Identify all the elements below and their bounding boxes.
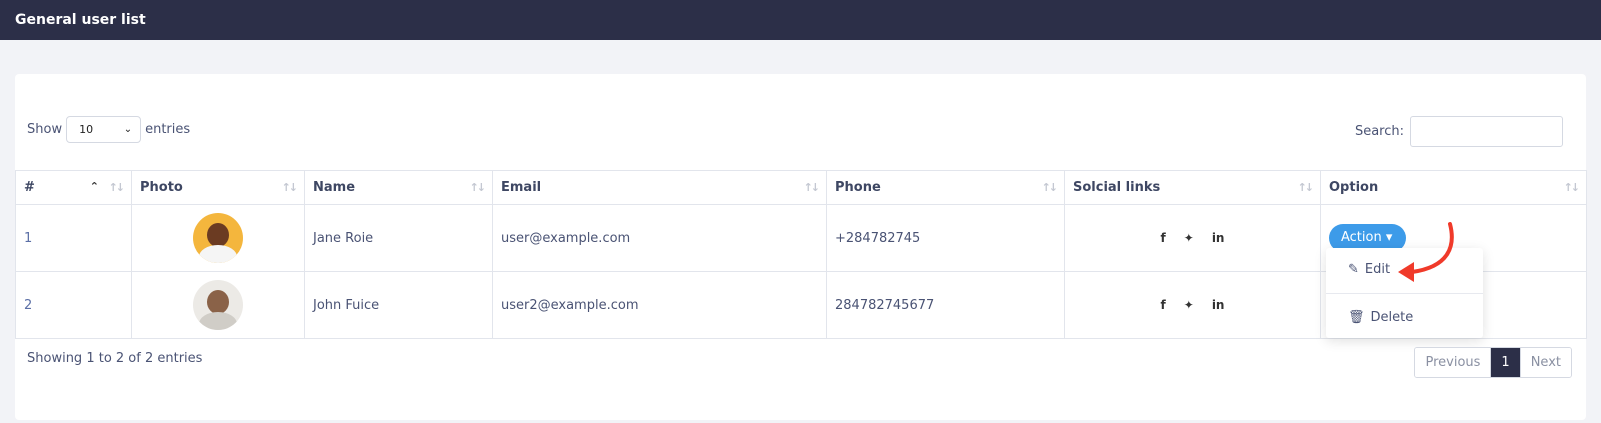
column-header-name[interactable]: Name ↑↓ (304, 170, 493, 205)
pagination: Previous 1 Next (1414, 347, 1572, 378)
sort-icon: ↑↓ (1041, 181, 1059, 194)
row-phone: +284782745 (826, 204, 1065, 272)
menu-divider (1326, 293, 1483, 294)
entries-select[interactable]: 10 ⌄ (66, 116, 142, 143)
table-header-row: # ⌃ ↑↓ Photo ↑↓ Name ↑↓ Email ↑↓ Phone ↑↓ Solc… (15, 170, 1587, 205)
column-header-phone[interactable]: Phone ↑↓ (826, 170, 1065, 205)
column-header-index[interactable]: # ⌃ ↑↓ (15, 170, 132, 205)
row-index: 1 (15, 204, 132, 272)
show-label: Show (27, 122, 63, 137)
twitter-icon[interactable]: ✦ (1184, 298, 1194, 312)
sort-icon: ↑↓ (1297, 181, 1315, 194)
sort-icon: ↑↓ (108, 181, 126, 194)
trash-icon: 🗑 (1348, 310, 1365, 325)
row-email: user2@example.com (492, 271, 827, 339)
page-title: General user list (15, 12, 146, 28)
row-social: f ✦ in (1064, 204, 1321, 272)
column-header-social[interactable]: Solcial links ↑↓ (1064, 170, 1321, 205)
chevron-down-icon: ⌄ (123, 124, 133, 135)
row-photo (131, 271, 305, 339)
row-phone: 284782745677 (826, 271, 1065, 339)
row-name: Jane Roie (304, 204, 493, 272)
next-button[interactable]: Next (1519, 348, 1571, 377)
search-input[interactable] (1410, 116, 1563, 147)
column-header-photo[interactable]: Photo ↑↓ (131, 170, 305, 205)
search-label: Search: (1354, 124, 1404, 139)
avatar (193, 280, 243, 330)
twitter-icon[interactable]: ✦ (1184, 231, 1194, 245)
facebook-icon[interactable]: f (1161, 231, 1166, 245)
entries-control: Show 10 ⌄ entries (27, 116, 190, 143)
linkedin-icon[interactable]: in (1212, 298, 1225, 312)
row-name: John Fuice (304, 271, 493, 339)
user-list-card: Show 10 ⌄ entries Search: # ⌃ ↑↓ Photo ↑↓ N… (15, 74, 1587, 420)
delete-menu-item[interactable]: 🗑 Delete (1348, 310, 1413, 325)
row-email: user@example.com (492, 204, 827, 272)
row-index: 2 (15, 271, 132, 339)
annotation-arrow-icon (1398, 222, 1454, 282)
linkedin-icon[interactable]: in (1212, 231, 1225, 245)
avatar (193, 213, 243, 263)
entries-label: entries (145, 122, 191, 137)
sort-icon: ↑↓ (281, 181, 299, 194)
row-social: f ✦ in (1064, 271, 1321, 339)
sort-icon: ↑↓ (803, 181, 821, 194)
entries-value: 10 (79, 123, 94, 136)
sort-icon: ↑↓ (469, 181, 487, 194)
previous-button[interactable]: Previous (1415, 348, 1491, 377)
page-header: General user list (0, 0, 1601, 40)
edit-menu-item[interactable]: ✎ Edit (1348, 262, 1390, 277)
row-photo (131, 204, 305, 272)
sort-icon: ↑↓ (1563, 181, 1581, 194)
table-info: Showing 1 to 2 of 2 entries (27, 351, 203, 366)
column-header-option[interactable]: Option ↑↓ (1320, 170, 1587, 205)
facebook-icon[interactable]: f (1161, 298, 1166, 312)
page-1-button[interactable]: 1 (1490, 348, 1520, 377)
search-control: Search: (1355, 116, 1563, 147)
sort-asc-icon: ⌃ (89, 180, 99, 193)
column-header-email[interactable]: Email ↑↓ (492, 170, 827, 205)
pencil-icon: ✎ (1348, 262, 1359, 277)
